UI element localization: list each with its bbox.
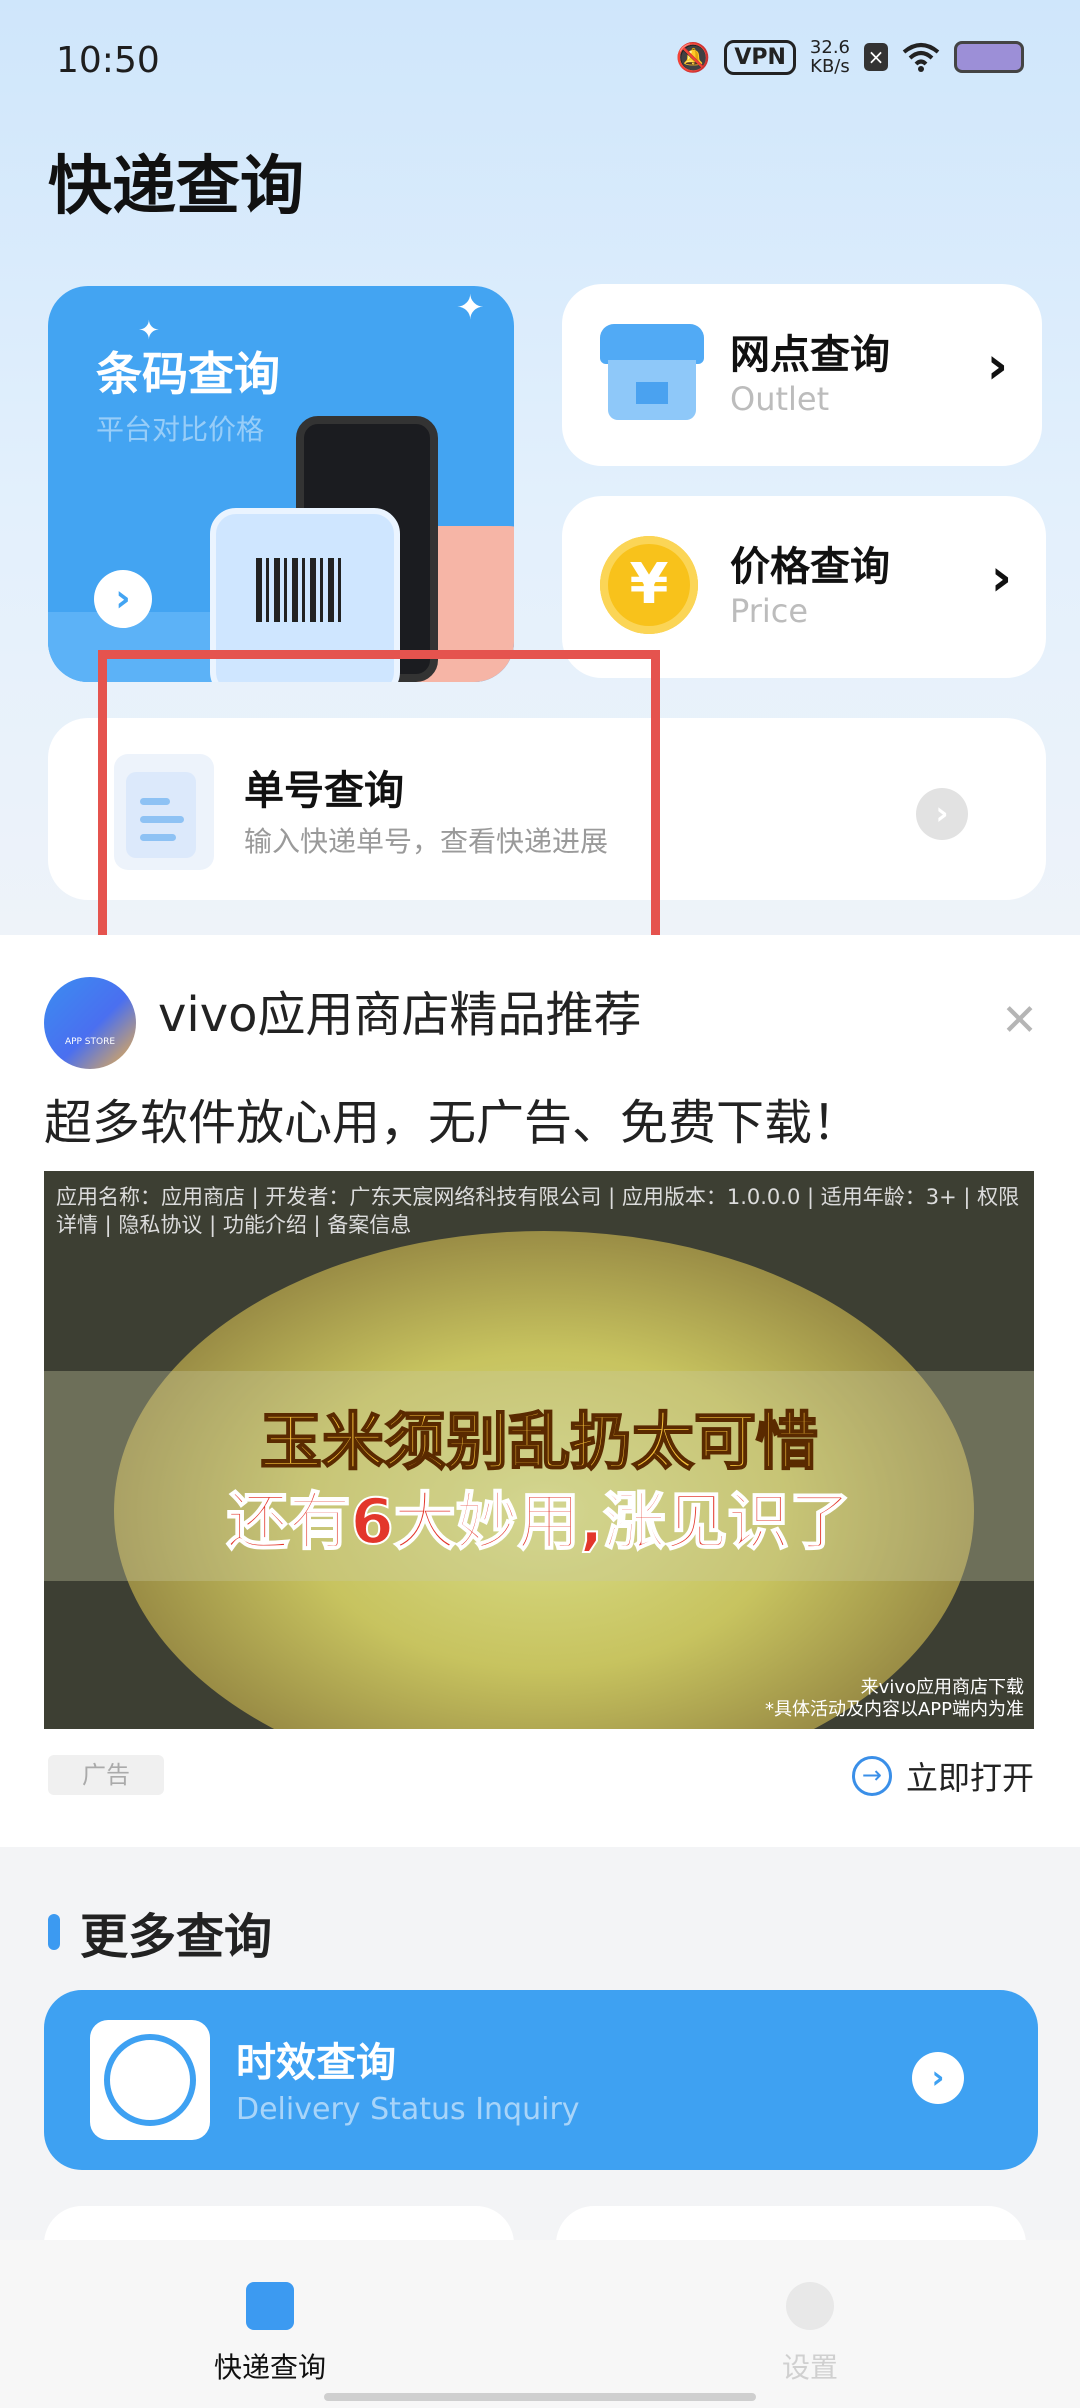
chevron-right-icon: › [986, 336, 1008, 396]
open-arrow-icon: → [851, 1756, 892, 1796]
yuan-coin-icon: ¥ [600, 536, 698, 634]
app-store-logo-text: APP STORE [64, 1037, 116, 1047]
vpn-icon: VPN [724, 39, 796, 75]
barcode-query-card[interactable]: 条码查询 平台对比价格 ✦ ✦ › [48, 286, 514, 682]
notification-x-icon: × [864, 43, 888, 71]
outlet-card-subtitle: Outlet [730, 380, 830, 418]
ad-footer-line-1: 来vivo应用商店下载 [860, 1677, 1024, 1698]
outlet-query-card[interactable]: 网点查询 Outlet › [562, 284, 1042, 466]
ad-image[interactable]: 应用名称：应用商店 | 开发者：广东天宸网络科技有限公司 | 应用版本：1.0.… [44, 1171, 1034, 1729]
chevron-right-icon[interactable]: › [94, 570, 152, 628]
ad-tag: 广告 [48, 1755, 164, 1795]
ad-banner[interactable]: APP STORE vivo应用商店精品推荐 ✕ 超多软件放心用，无广告、免费下… [0, 935, 1080, 1847]
package-icon [246, 2282, 294, 2330]
network-speed-value: 32.6 [809, 37, 850, 58]
chevron-right-icon: › [916, 788, 968, 840]
time-card-title: 时效查询 [236, 2040, 396, 2086]
app-store-logo: APP STORE [44, 977, 136, 1069]
barcode-card-title: 条码查询 [96, 347, 280, 401]
price-card-title: 价格查询 [730, 544, 890, 590]
tab-label: 快递查询 [213, 2351, 326, 2384]
highlight-box [98, 650, 660, 954]
time-card-subtitle: Delivery Status Inquiry [236, 2092, 580, 2127]
chevron-right-icon: › [912, 2052, 964, 2104]
ad-subtitle: 超多软件放心用，无广告、免费下载！ [44, 1095, 861, 1151]
wifi-icon [902, 43, 940, 72]
network-speed-unit: KB/s [810, 56, 850, 77]
outlet-card-title: 网点查询 [730, 332, 890, 378]
chevron-right-icon: › [990, 548, 1012, 608]
more-section-label: 更多查询 [80, 1909, 273, 1965]
more-section-title: 更多查询 [48, 1897, 272, 1967]
ad-headline-2: 还有6大妙用,涨见识了 [226, 1484, 853, 1559]
mute-icon: 🔕 [675, 40, 711, 74]
status-bar: 10:50 🔕 VPN 32.6 KB/s × [0, 0, 1080, 120]
ad-headline-1: 玉米须别乱扔太可惜 [259, 1404, 819, 1479]
price-card-subtitle: Price [730, 592, 809, 630]
delivery-time-query-card[interactable]: 时效查询 Delivery Status Inquiry › [44, 1990, 1038, 2170]
close-icon[interactable]: ✕ [1001, 995, 1038, 1046]
tab-label: 设置 [781, 2351, 838, 2384]
open-now-label: 立即打开 [905, 1759, 1034, 1797]
page-title: 快递查询 [48, 150, 304, 224]
ad-title: vivo应用商店精品推荐 [158, 987, 642, 1043]
sparkle-icon: ✦ [138, 316, 160, 346]
network-speed: 32.6 KB/s [810, 38, 850, 76]
section-marker [48, 1914, 60, 1950]
battery-icon [954, 41, 1024, 73]
ad-footer-line-2: *具体活动及内容以APP端内为准 [764, 1699, 1024, 1720]
tab-express-query[interactable]: 快递查询 [0, 2240, 540, 2408]
home-indicator[interactable] [324, 2393, 756, 2401]
status-time: 10:50 [56, 40, 160, 81]
clock-icon [90, 2020, 210, 2140]
open-now-button[interactable]: → 立即打开 [851, 1753, 1034, 1799]
barcode-card-subtitle: 平台对比价格 [96, 413, 265, 446]
status-icons: 🔕 VPN 32.6 KB/s × [675, 38, 1024, 76]
ad-footer: 来vivo应用商店下载 *具体活动及内容以APP端内为准 [765, 1677, 1024, 1721]
tab-settings[interactable]: 设置 [540, 2240, 1080, 2408]
bottom-tab-bar: 快递查询 设置 [0, 2240, 1080, 2408]
ad-app-info: 应用名称：应用商店 | 开发者：广东天宸网络科技有限公司 | 应用版本：1.0.… [56, 1185, 1020, 1237]
sparkle-icon: ✦ [456, 288, 485, 328]
barcode-icon [256, 558, 342, 622]
store-icon [600, 324, 704, 422]
gear-icon [786, 2282, 834, 2330]
